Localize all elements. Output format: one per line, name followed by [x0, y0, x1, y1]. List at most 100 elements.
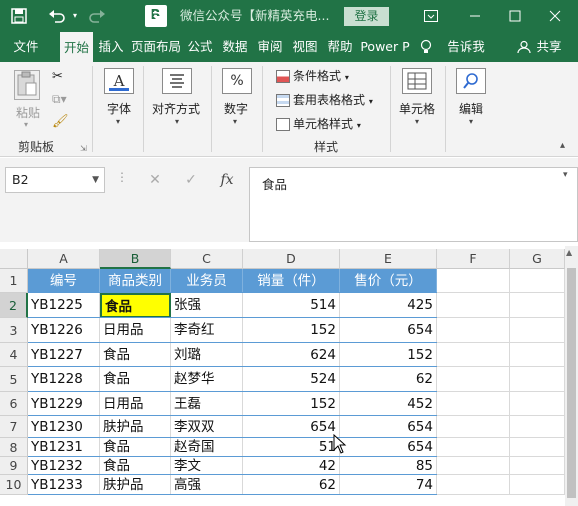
cancel-icon[interactable]: ✕: [143, 167, 167, 193]
row-header-2[interactable]: 2: [0, 293, 28, 318]
data-cell[interactable]: 425: [340, 293, 437, 318]
data-cell[interactable]: 日用品: [100, 392, 171, 416]
edit-label[interactable]: 编辑: [459, 100, 483, 117]
minimize-icon[interactable]: [460, 0, 490, 32]
row-header-6[interactable]: 6: [0, 392, 28, 416]
empty-cell[interactable]: [510, 269, 565, 293]
data-cell[interactable]: 514: [243, 293, 340, 318]
redo-icon[interactable]: [84, 0, 110, 32]
data-cell[interactable]: YB1226: [28, 318, 100, 343]
paste-label[interactable]: 粘贴: [16, 104, 40, 121]
data-cell[interactable]: 654: [340, 438, 437, 457]
clipboard-launcher-icon[interactable]: ⇲: [80, 144, 87, 153]
tell-me-search[interactable]: 告诉我: [446, 32, 486, 62]
tab-file[interactable]: 文件: [4, 32, 48, 62]
enter-icon[interactable]: ✓: [179, 167, 203, 193]
empty-cell[interactable]: [437, 392, 510, 416]
font-icon[interactable]: A: [104, 68, 134, 94]
empty-cell[interactable]: [437, 416, 510, 438]
column-header-b[interactable]: B: [100, 249, 171, 269]
data-cell[interactable]: 85: [340, 457, 437, 475]
column-header-f[interactable]: F: [437, 249, 510, 269]
name-box-dropdown-icon[interactable]: ▼: [92, 168, 99, 192]
customize-toolbar-icon[interactable]: [150, 0, 164, 32]
empty-cell[interactable]: [437, 269, 510, 293]
column-header-c[interactable]: C: [171, 249, 243, 269]
column-header-d[interactable]: D: [243, 249, 340, 269]
data-cell[interactable]: 李文: [171, 457, 243, 475]
data-cell[interactable]: 51: [243, 438, 340, 457]
tab-review[interactable]: 审阅: [254, 32, 286, 62]
data-cell[interactable]: YB1228: [28, 367, 100, 392]
percent-icon[interactable]: %: [222, 68, 252, 94]
tab-page-layout[interactable]: 页面布局: [131, 32, 181, 62]
empty-cell[interactable]: [437, 367, 510, 392]
header-cell[interactable]: 商品类别: [100, 269, 171, 293]
data-cell[interactable]: 152: [243, 392, 340, 416]
alignment-dropdown-icon[interactable]: ▾: [175, 117, 179, 126]
empty-cell[interactable]: [510, 475, 565, 495]
empty-cell[interactable]: [510, 367, 565, 392]
row-header-4[interactable]: 4: [0, 343, 28, 367]
data-cell[interactable]: YB1229: [28, 392, 100, 416]
data-cell[interactable]: 王磊: [171, 392, 243, 416]
number-dropdown-icon[interactable]: ▾: [233, 117, 237, 126]
paste-icon[interactable]: [14, 70, 40, 100]
share-person-icon[interactable]: [515, 32, 533, 62]
format-as-table-button[interactable]: 套用表格格式 ▾: [276, 91, 373, 108]
ribbon-display-icon[interactable]: [416, 0, 446, 32]
data-cell[interactable]: YB1225: [28, 293, 100, 318]
tab-formulas[interactable]: 公式: [184, 32, 216, 62]
tab-power-pivot[interactable]: Power P: [359, 32, 411, 62]
cells-icon[interactable]: [402, 68, 432, 94]
close-icon[interactable]: [540, 0, 570, 32]
data-cell[interactable]: 654: [340, 416, 437, 438]
collapse-ribbon-icon[interactable]: ▴: [560, 140, 565, 151]
copy-icon[interactable]: ⧉▾: [52, 92, 67, 107]
cell-styles-button[interactable]: 单元格样式 ▾: [276, 115, 361, 132]
data-cell[interactable]: 152: [243, 318, 340, 343]
column-header-e[interactable]: E: [340, 249, 437, 269]
empty-cell[interactable]: [510, 457, 565, 475]
data-cell[interactable]: 42: [243, 457, 340, 475]
data-cell[interactable]: 74: [340, 475, 437, 495]
data-cell[interactable]: YB1232: [28, 457, 100, 475]
data-cell[interactable]: 524: [243, 367, 340, 392]
maximize-icon[interactable]: [500, 0, 530, 32]
column-header-g[interactable]: G: [510, 249, 565, 269]
cells-label[interactable]: 单元格: [399, 100, 435, 117]
row-header-9[interactable]: 9: [0, 457, 28, 475]
edit-dropdown-icon[interactable]: ▾: [469, 117, 473, 126]
data-cell[interactable]: 高强: [171, 475, 243, 495]
empty-cell[interactable]: [437, 293, 510, 318]
empty-cell[interactable]: [510, 318, 565, 343]
header-cell[interactable]: 售价（元）: [340, 269, 437, 293]
empty-cell[interactable]: [510, 343, 565, 367]
font-label[interactable]: 字体: [107, 100, 131, 117]
empty-cell[interactable]: [510, 392, 565, 416]
data-cell[interactable]: 肤护品: [100, 475, 171, 495]
data-cell[interactable]: 152: [340, 343, 437, 367]
empty-cell[interactable]: [510, 416, 565, 438]
data-cell[interactable]: 食品: [100, 367, 171, 392]
data-cell[interactable]: YB1233: [28, 475, 100, 495]
data-cell[interactable]: 赵奇国: [171, 438, 243, 457]
data-cell[interactable]: 日用品: [100, 318, 171, 343]
row-header-3[interactable]: 3: [0, 318, 28, 343]
formula-input[interactable]: 食品: [249, 167, 578, 242]
data-cell[interactable]: 食品: [100, 438, 171, 457]
lightbulb-icon[interactable]: [418, 32, 434, 62]
select-all-corner[interactable]: [0, 249, 28, 269]
alignment-icon[interactable]: [162, 68, 192, 94]
row-header-7[interactable]: 7: [0, 416, 28, 438]
header-cell[interactable]: 业务员: [171, 269, 243, 293]
conditional-format-button[interactable]: 条件格式 ▾: [276, 67, 349, 84]
cells-dropdown-icon[interactable]: ▾: [415, 117, 419, 126]
login-button[interactable]: 登录: [344, 7, 389, 26]
data-cell[interactable]: 452: [340, 392, 437, 416]
save-icon[interactable]: [8, 0, 30, 32]
data-cell[interactable]: 食品: [100, 343, 171, 367]
data-cell[interactable]: 654: [340, 318, 437, 343]
data-cell[interactable]: 654: [243, 416, 340, 438]
data-cell[interactable]: 62: [340, 367, 437, 392]
